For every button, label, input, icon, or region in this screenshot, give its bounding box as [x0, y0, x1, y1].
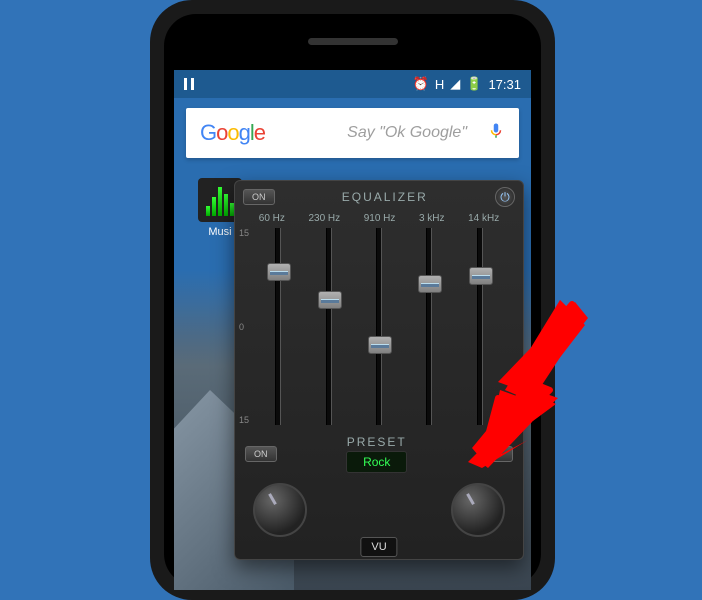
- google-logo: Google: [200, 120, 265, 146]
- freq-labels: 60 Hz 230 Hz 910 Hz 3 kHz 14 kHz: [235, 213, 523, 224]
- freq-label: 3 kHz: [419, 213, 445, 224]
- signal-icon: ◢: [450, 76, 460, 92]
- db-scale: 15 0 15: [239, 224, 249, 429]
- slider-knob[interactable]: [318, 291, 342, 309]
- slider-knob[interactable]: [418, 275, 442, 293]
- freq-label: 230 Hz: [308, 213, 340, 224]
- vu-badge: VU: [360, 537, 397, 557]
- slider-knob[interactable]: [267, 263, 291, 281]
- eq-slider-2[interactable]: [363, 228, 395, 425]
- eq-slider-0[interactable]: [262, 228, 294, 425]
- eq-slider-4[interactable]: [464, 228, 496, 425]
- virtualizer-off-button[interactable]: OFF: [477, 446, 513, 462]
- google-search-bar[interactable]: Google Say "Ok Google": [186, 108, 519, 158]
- bass-on-button[interactable]: ON: [245, 446, 277, 462]
- freq-label: 14 kHz: [468, 213, 499, 224]
- eq-slider-3[interactable]: [413, 228, 445, 425]
- phone-speaker: [308, 38, 398, 45]
- app-label: Musi: [208, 226, 231, 238]
- status-bar: ⏰ H ◢ 🔋 17:31: [174, 70, 531, 98]
- slider-knob[interactable]: [368, 336, 392, 354]
- bass-knob[interactable]: [253, 483, 307, 537]
- pause-icon: [184, 78, 194, 90]
- phone-screen: ⏰ H ◢ 🔋 17:31 Google Say "Ok Google": [174, 70, 531, 590]
- freq-label: 60 Hz: [259, 213, 285, 224]
- alarm-icon: ⏰: [413, 76, 429, 92]
- phone-frame: ⏰ H ◢ 🔋 17:31 Google Say "Ok Google": [150, 0, 555, 600]
- network-icon: H: [435, 77, 444, 92]
- preset-label: PRESET: [346, 435, 407, 449]
- equalizer-panel: ON EQUALIZER ⏻ 60 Hz 230 Hz 910 Hz 3 kHz…: [234, 180, 524, 560]
- search-placeholder: Say "Ok Google": [277, 124, 475, 142]
- battery-icon: 🔋: [466, 76, 482, 92]
- virtualizer-knob[interactable]: [451, 483, 505, 537]
- preset-selector[interactable]: Rock: [346, 451, 407, 473]
- mic-icon[interactable]: [487, 119, 505, 148]
- phone-bezel: ⏰ H ◢ 🔋 17:31 Google Say "Ok Google": [164, 14, 541, 586]
- clock: 17:31: [488, 77, 521, 92]
- eq-title: EQUALIZER: [342, 190, 428, 204]
- eq-sliders: 15 0 15: [235, 224, 523, 429]
- power-icon[interactable]: ⏻: [495, 187, 515, 207]
- slider-knob[interactable]: [469, 267, 493, 285]
- eq-slider-1[interactable]: [313, 228, 345, 425]
- freq-label: 910 Hz: [364, 213, 396, 224]
- eq-on-button[interactable]: ON: [243, 189, 275, 205]
